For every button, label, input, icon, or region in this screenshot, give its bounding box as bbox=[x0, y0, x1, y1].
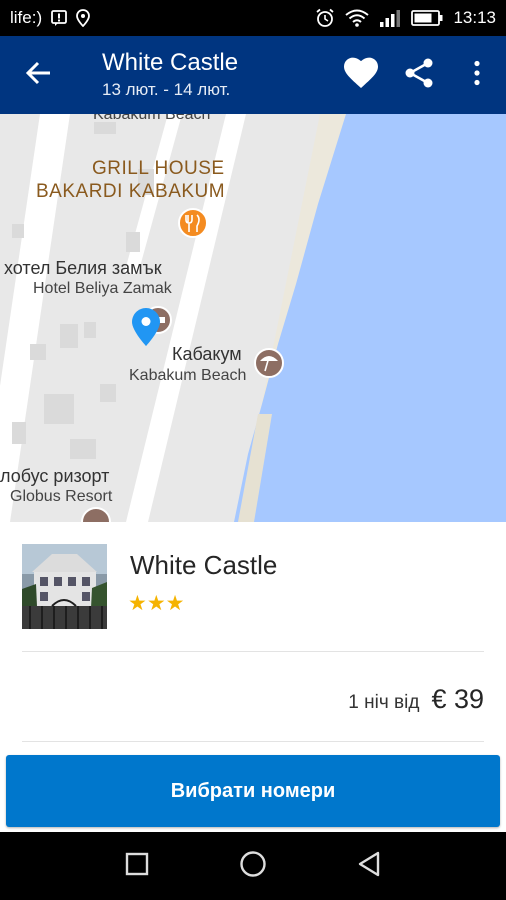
map-label-grill-2: BAKARDI KABAKUM bbox=[36, 181, 226, 202]
system-nav-bar bbox=[0, 832, 506, 900]
price-prefix: 1 ніч від bbox=[348, 692, 420, 713]
back-arrow-icon bbox=[25, 61, 52, 90]
map-canvas bbox=[0, 114, 506, 522]
more-options-button[interactable] bbox=[448, 46, 506, 104]
select-rooms-button[interactable]: Вибрати номери bbox=[6, 755, 500, 827]
carrier-label: life:) bbox=[10, 8, 43, 27]
map-label-beach-en: Kabakum Beach bbox=[129, 367, 247, 384]
title-block: White Castle 13 лют. - 14 лют. bbox=[102, 49, 238, 101]
back-icon bbox=[356, 850, 382, 883]
map-label-hotel-bg: хотел Белия замък bbox=[4, 258, 162, 278]
favorite-button[interactable] bbox=[332, 46, 390, 104]
share-icon bbox=[403, 57, 435, 94]
stay-dates: 13 лют. - 14 лют. bbox=[102, 80, 231, 99]
recent-apps-button[interactable] bbox=[119, 848, 155, 884]
price-row: 1 ніч від € 39 bbox=[348, 684, 484, 715]
notification-icon bbox=[50, 9, 68, 27]
back-button[interactable] bbox=[0, 36, 78, 114]
hotel-map[interactable]: Kabakum Beach GRILL HOUSE BAKARDI KABAKU… bbox=[0, 114, 506, 522]
system-back-button[interactable] bbox=[351, 848, 387, 884]
location-icon bbox=[76, 9, 91, 27]
hotel-card: White Castle ★★★ 1 ніч від € 39 Вибрати … bbox=[0, 522, 506, 832]
map-label-grill-1: GRILL HOUSE bbox=[92, 158, 225, 179]
share-button[interactable] bbox=[390, 46, 448, 104]
divider bbox=[22, 741, 484, 742]
map-label-globus-bg: лобус ризорт bbox=[0, 466, 110, 486]
map-label-hotel-en: Hotel Beliya Zamak bbox=[33, 280, 172, 297]
home-button[interactable] bbox=[235, 848, 271, 884]
map-label-globus-en: Globus Resort bbox=[10, 488, 113, 505]
clock: 13:13 bbox=[453, 8, 496, 27]
hotel-photo[interactable] bbox=[22, 544, 107, 629]
star-rating: ★★★ bbox=[128, 592, 185, 615]
status-bar: life:) 13:13 bbox=[0, 0, 506, 36]
home-icon bbox=[239, 850, 267, 883]
app-bar: White Castle 13 лют. - 14 лют. bbox=[0, 36, 506, 114]
signal-icon bbox=[379, 9, 401, 27]
divider bbox=[22, 651, 484, 652]
battery-icon bbox=[411, 10, 443, 26]
alarm-icon bbox=[315, 8, 335, 28]
heart-icon bbox=[343, 57, 379, 94]
price-value: € 39 bbox=[431, 684, 484, 714]
more-vert-icon bbox=[473, 60, 481, 91]
map-label-beach-bg: Кабакум bbox=[172, 344, 242, 364]
hotel-name: White Castle bbox=[130, 550, 278, 580]
recent-apps-icon bbox=[125, 852, 149, 881]
wifi-icon bbox=[345, 9, 370, 27]
map-label-kabakum-top: Kabakum Beach bbox=[93, 114, 211, 123]
page-title: White Castle bbox=[102, 49, 239, 76]
